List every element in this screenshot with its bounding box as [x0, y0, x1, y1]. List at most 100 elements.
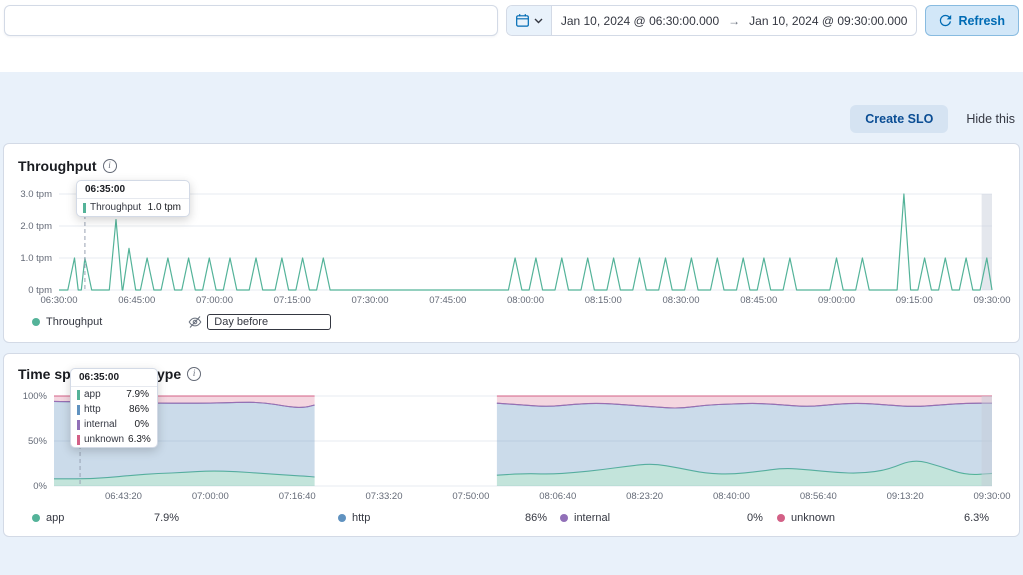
x-axis-label: 08:06:40: [539, 491, 576, 502]
span-types-info-icon[interactable]: i: [187, 367, 202, 381]
tooltip-time-header: 06:35:00: [71, 369, 157, 387]
hide-this-button[interactable]: Hide this: [964, 112, 1017, 126]
date-end-button[interactable]: Jan 10, 2024 @ 09:30:00.000: [740, 14, 916, 28]
eye-slash-icon: [188, 316, 202, 328]
tooltip-series-label: unknown: [84, 434, 125, 445]
throughput-legend-dot: [32, 318, 40, 326]
x-axis-label: 07:30:00: [352, 295, 389, 306]
partial-bucket-indicator: [981, 396, 992, 486]
x-axis-label: 08:23:20: [626, 491, 663, 502]
tooltip-series-value: 6.3%: [128, 434, 151, 445]
refresh-button[interactable]: Refresh: [925, 5, 1019, 36]
calendar-icon: [515, 14, 529, 27]
span-tooltip: 06:35:00 app 7.9% http 86% internal 0% unknown…: [70, 368, 158, 448]
tooltip-row: Throughput 1.0 tpm: [77, 199, 189, 216]
y-axis-label: 2.0 tpm: [20, 221, 52, 232]
y-axis-label: 100%: [23, 391, 48, 402]
throughput-panel: Throughput i 3.0 tpm 2.0 tpm 1.0 tpm 0 tpm 0…: [3, 143, 1020, 343]
legend-item-http[interactable]: http 86%: [338, 512, 560, 524]
x-axis-label: 07:15:00: [274, 295, 311, 306]
throughput-info-icon[interactable]: i: [102, 159, 117, 173]
tooltip-series-value: 86%: [128, 404, 149, 415]
x-axis-label: 07:33:20: [366, 491, 403, 502]
legend-value: 6.3%: [964, 512, 990, 524]
throughput-title: Throughput: [18, 158, 97, 174]
tooltip-series-label: Throughput: [90, 202, 142, 213]
day-before-legend-box[interactable]: Day before: [207, 314, 332, 330]
tooltip-time-header: 06:35:00: [77, 181, 189, 199]
x-axis-label: 09:30:00: [974, 295, 1011, 306]
legend-item-internal[interactable]: internal 0%: [560, 512, 777, 524]
date-range-arrow-icon: →: [728, 13, 741, 28]
x-axis-label: 07:00:00: [196, 295, 233, 306]
x-axis-label: 06:30:00: [41, 295, 78, 306]
x-axis-label: 09:13:20: [887, 491, 924, 502]
span-tooltip-rows: app 7.9% http 86% internal 0% unknown 6.3%: [71, 387, 157, 447]
legend-dot: [560, 514, 568, 522]
x-axis-label: 06:43:20: [105, 491, 142, 502]
y-axis-label: 1.0 tpm: [20, 253, 52, 264]
legend-dot: [777, 514, 785, 522]
query-input[interactable]: [4, 5, 498, 36]
day-before-legend-item[interactable]: Day before: [188, 314, 332, 330]
date-start-button[interactable]: Jan 10, 2024 @ 06:30:00.000: [552, 14, 728, 28]
refresh-icon: [940, 14, 952, 27]
chevron-down-icon: [534, 18, 543, 23]
refresh-label: Refresh: [958, 13, 1005, 28]
tooltip-series-value: 7.9%: [126, 389, 149, 400]
legend-dot: [32, 514, 40, 522]
x-axis-label: 08:45:00: [740, 295, 777, 306]
span-chart[interactable]: 100% 50% 0% 06:43:20 07:00:00 07:16:40 07:33:2…: [18, 388, 1011, 502]
y-axis-label: 3.0 tpm: [20, 189, 52, 200]
x-axis-label: 07:45:00: [429, 295, 466, 306]
x-axis-label: 06:45:00: [118, 295, 155, 306]
tooltip-series-label: http: [84, 404, 101, 415]
tooltip-row-http: http 86%: [71, 402, 157, 417]
legend-item-unknown[interactable]: unknown 6.3%: [777, 512, 1005, 524]
tooltip-series-value: 0%: [134, 419, 149, 430]
x-axis-label: 08:56:40: [800, 491, 837, 502]
throughput-line: [59, 193, 993, 291]
tooltip-series-bar: [77, 389, 80, 400]
legend-label: app: [46, 512, 65, 524]
tooltip-series-bar: [77, 434, 80, 445]
x-axis-label: 08:15:00: [585, 295, 622, 306]
throughput-title-row: Throughput i: [18, 158, 1005, 174]
legend-value: 86%: [525, 512, 548, 524]
x-axis-label: 08:40:00: [713, 491, 750, 502]
tooltip-series-bar: [77, 404, 80, 415]
tooltip-row-unknown: unknown 6.3%: [71, 432, 157, 447]
tooltip-row-internal: internal 0%: [71, 417, 157, 432]
x-axis-label: 07:50:00: [452, 491, 489, 502]
x-axis-label: 09:30:00: [974, 491, 1011, 502]
legend-value: 0%: [747, 512, 763, 524]
span-types-title-row: Time spent by span type i: [18, 366, 1005, 382]
panel-actions-row: Create SLO Hide this: [2, 105, 1017, 133]
tooltip-series-label: app: [84, 389, 101, 400]
tooltip-row-app: app 7.9%: [71, 387, 157, 402]
throughput-legend-label: Throughput: [46, 316, 103, 328]
throughput-legend-item[interactable]: Throughput: [32, 316, 102, 328]
x-axis-label: 07:16:40: [279, 491, 316, 502]
page-background: Create SLO Hide this Throughput i 3.0 tp…: [0, 72, 1023, 537]
legend-value: 7.9%: [154, 512, 180, 524]
span-legend: app 7.9% http 86% internal 0% unknown 6.3%: [18, 512, 1005, 524]
legend-label: internal: [574, 512, 611, 524]
create-slo-button[interactable]: Create SLO: [850, 105, 949, 133]
legend-item-app[interactable]: app 7.9%: [32, 512, 338, 524]
throughput-tooltip-bar: [83, 202, 86, 213]
legend-label: unknown: [791, 512, 836, 524]
throughput-legend: Throughput Day before: [18, 314, 1005, 330]
legend-label: http: [352, 512, 371, 524]
throughput-tooltip: 06:35:00 Throughput 1.0 tpm: [76, 180, 190, 217]
x-axis-label: 09:00:00: [818, 295, 855, 306]
date-picker-calendar-button[interactable]: [506, 6, 552, 35]
x-axis-label: 08:30:00: [663, 295, 700, 306]
header-bar: Jan 10, 2024 @ 06:30:00.000 → Jan 10, 20…: [0, 0, 1023, 72]
x-axis-label: 07:00:00: [192, 491, 229, 502]
span-types-panel: Time spent by span type i 100% 50% 0% 06:43…: [3, 353, 1020, 537]
x-axis-label: 08:00:00: [507, 295, 544, 306]
tooltip-series-label: internal: [84, 419, 117, 430]
legend-dot: [338, 514, 346, 522]
date-picker: Jan 10, 2024 @ 06:30:00.000 → Jan 10, 20…: [505, 5, 918, 36]
